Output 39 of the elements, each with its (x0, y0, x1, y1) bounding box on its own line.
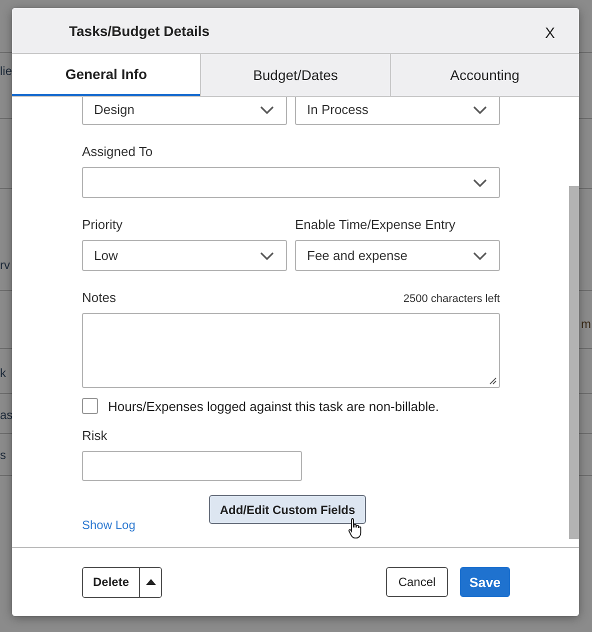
field-label: Notes (82, 290, 116, 305)
chevron-down-icon (473, 252, 487, 260)
assigned-to-select[interactable] (82, 167, 500, 198)
field-label: Enable Time/Expense Entry (295, 217, 456, 232)
chevron-down-icon (260, 106, 274, 114)
background-text: m (581, 317, 591, 331)
chevron-down-icon (473, 106, 487, 114)
show-log-link[interactable]: Show Log (82, 518, 136, 532)
background-text: rv (0, 258, 10, 272)
status-select[interactable]: In Process (295, 97, 500, 125)
checkbox-label: Hours/Expenses logged against this task are non-billable. (108, 398, 439, 414)
chevron-down-icon (473, 178, 487, 186)
resize-grip-icon[interactable] (488, 376, 497, 385)
checkbox[interactable] (82, 398, 98, 414)
tab[interactable]: Accounting (390, 54, 579, 96)
field-label: Assigned To (82, 144, 154, 159)
scrollbar-thumb[interactable] (569, 186, 579, 539)
risk-input[interactable] (82, 451, 302, 481)
tab[interactable]: General Info (12, 54, 200, 96)
background-text: lie (0, 64, 12, 78)
cancel-button[interactable]: Cancel (386, 567, 448, 597)
save-button[interactable]: Save (460, 567, 510, 597)
dialog-title: Tasks/Budget Details (69, 22, 210, 38)
time-expense-select[interactable]: Fee and expense (295, 240, 500, 271)
priority-select[interactable]: Low (82, 240, 287, 271)
chevron-down-icon (260, 252, 274, 260)
character-counter: 2500 characters left (403, 293, 500, 305)
tab[interactable]: Budget/Dates (200, 54, 390, 96)
background-text: k (0, 366, 6, 380)
field-label: Risk (82, 428, 108, 443)
close-button[interactable]: X (540, 21, 559, 46)
pointer-cursor-icon (348, 517, 364, 539)
background-text: as (0, 408, 13, 422)
background-text: s (0, 448, 6, 462)
caret-up-icon (146, 579, 156, 585)
custom-fields-button[interactable]: Add/Edit Custom Fields (208, 495, 366, 524)
field-label: Priority (82, 217, 124, 232)
category-select[interactable]: Design (82, 97, 287, 125)
delete-button[interactable]: Delete (83, 568, 140, 596)
